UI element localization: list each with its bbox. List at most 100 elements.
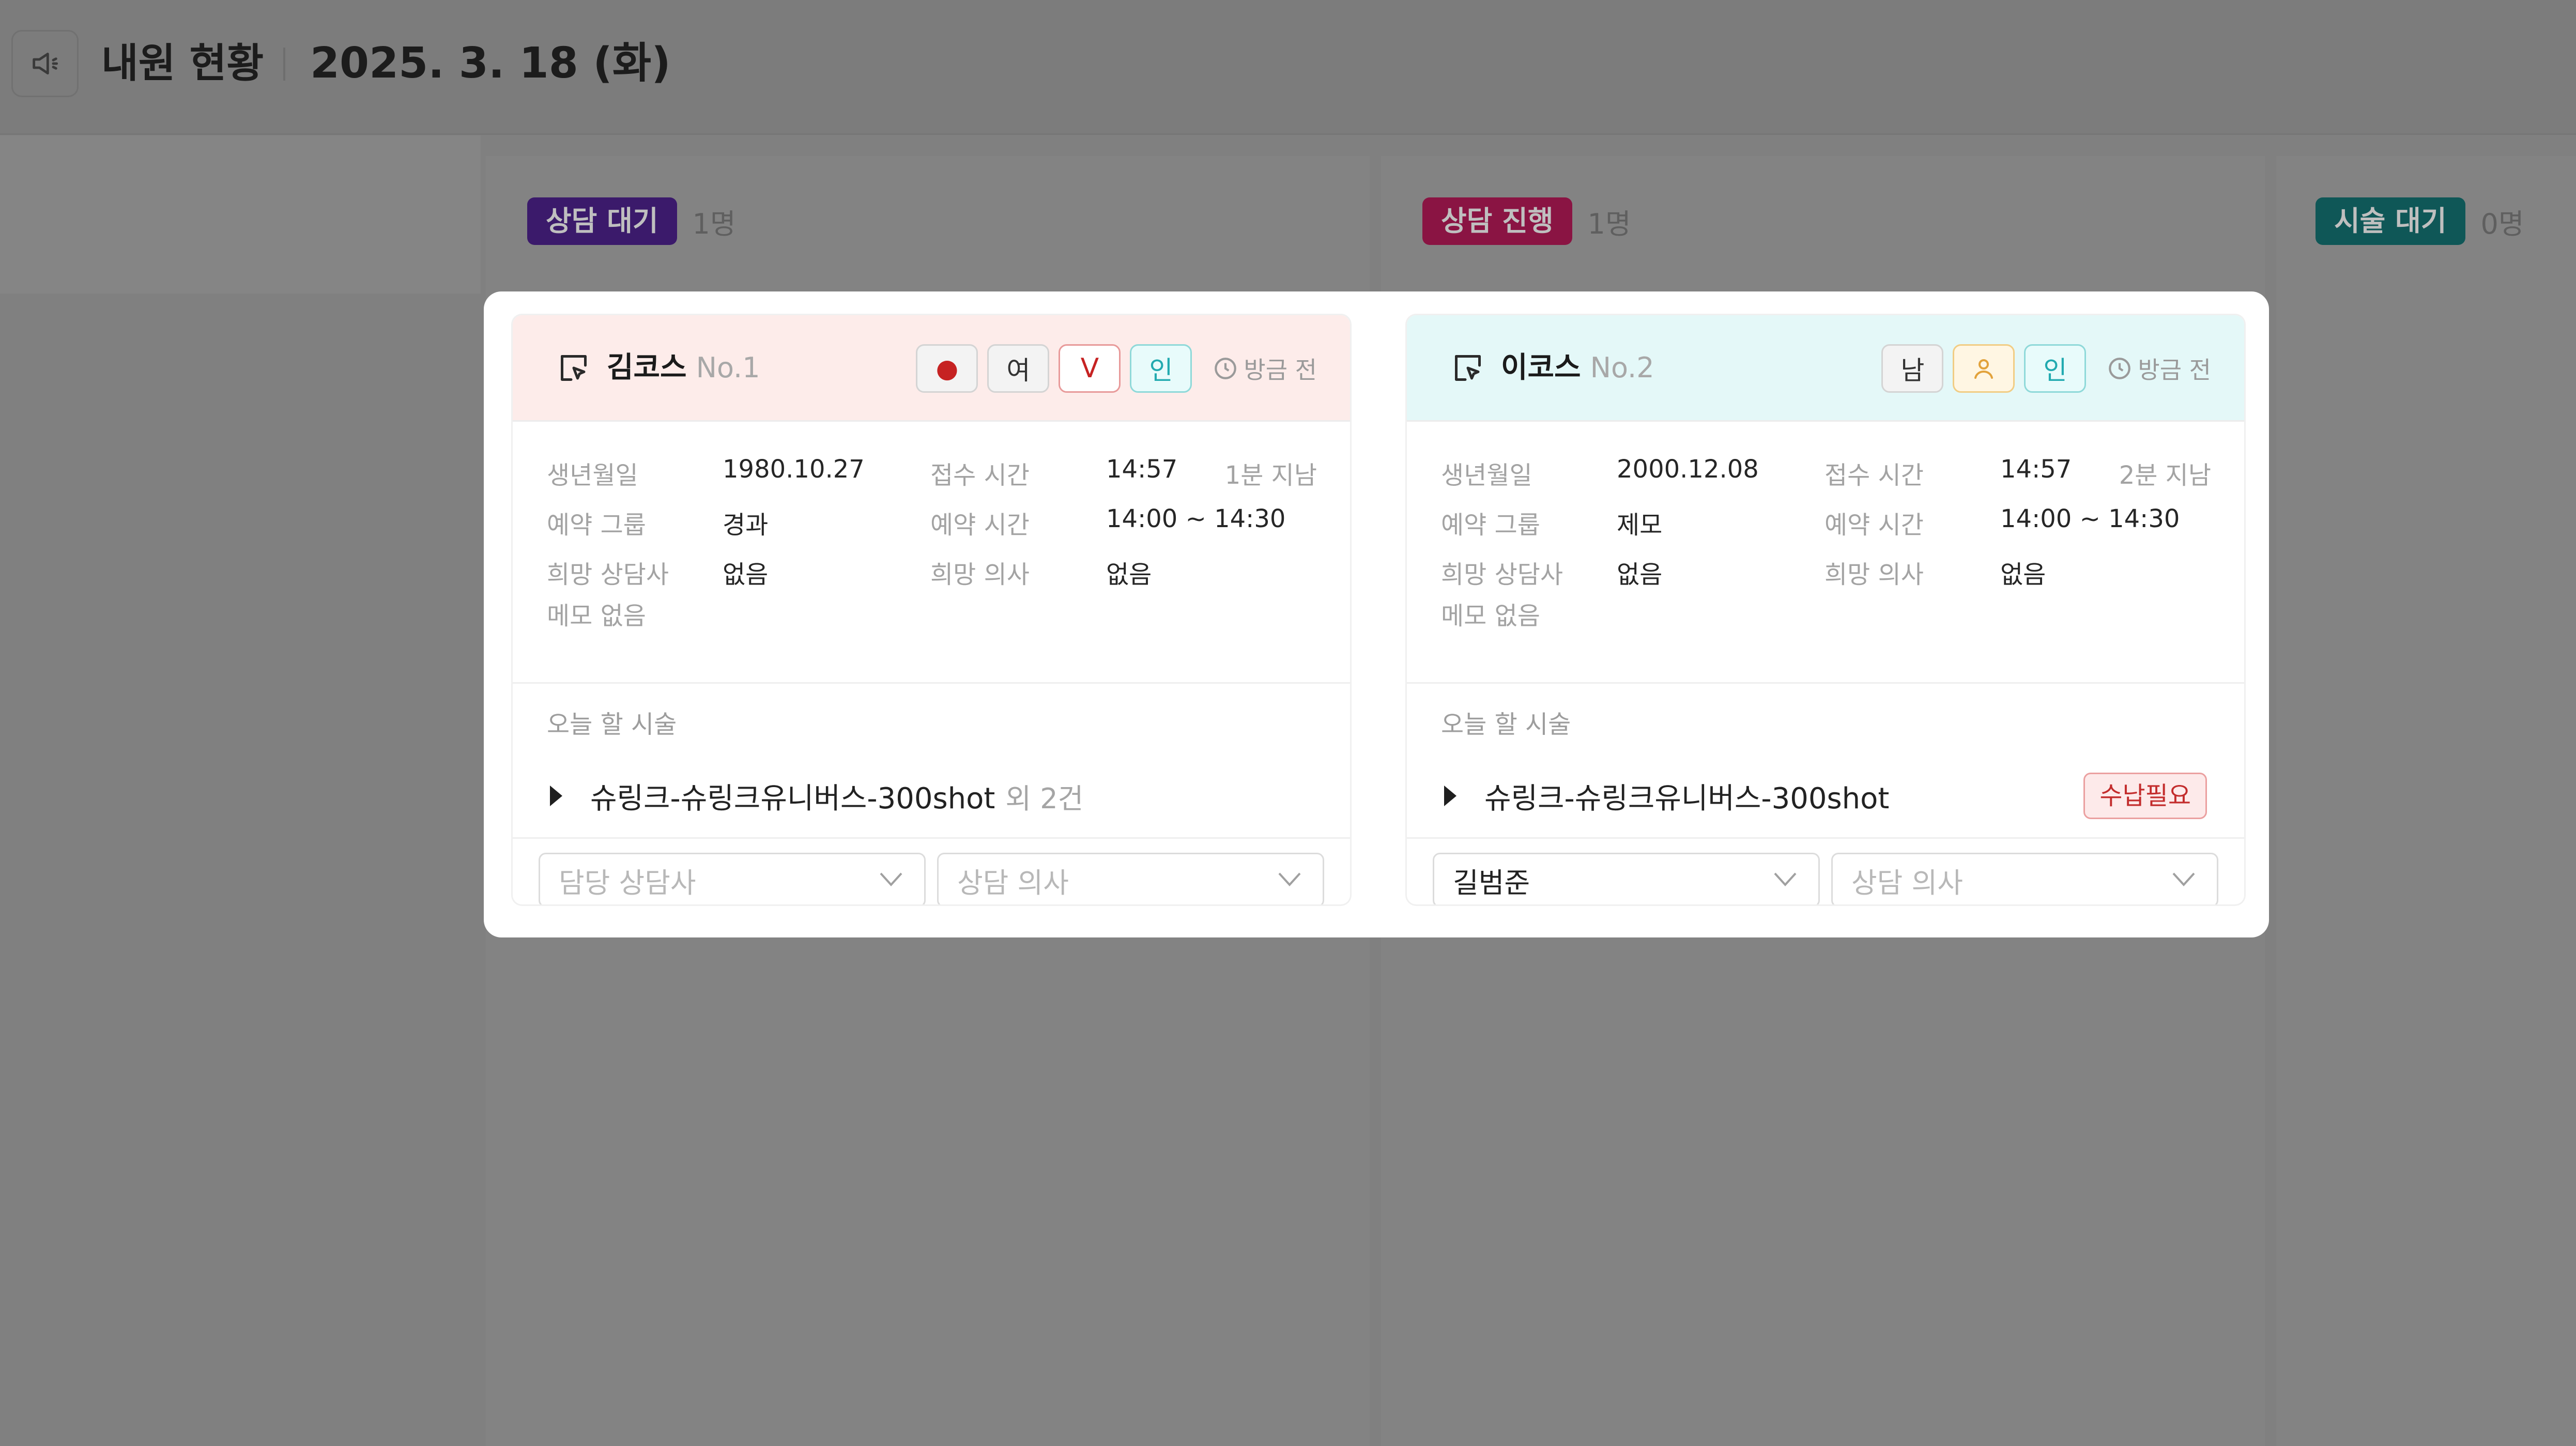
patient-tags: 남 인 방금 전 <box>1881 344 2211 393</box>
group-label: 예약 그룹 <box>1441 511 1540 540</box>
patient-info: 생년월일 2000.12.08 접수 시간 14:57 2분 지남 예약 그룹 … <box>1441 455 2211 637</box>
page-title: 내원 현황 <box>101 40 264 87</box>
chevron-down-icon <box>1278 872 1301 886</box>
board-column-treatment-waiting: 시술 대기 0명 <box>2276 156 2576 1446</box>
card-divider <box>513 837 1350 839</box>
birth-label: 생년월일 <box>1441 461 1532 490</box>
patient-card[interactable]: 이코스 No.2 남 인 방금 전 생년월일 2000.12.08 접수 시간 1… <box>1407 315 2244 904</box>
assign-selects: 길범준 상담 의사 <box>1433 853 2218 904</box>
birth-label: 생년월일 <box>547 461 638 490</box>
receipt-elapsed: 1분 지남 <box>1224 461 1317 490</box>
counselor-value: 없음 <box>723 560 769 589</box>
in-tag: 인 <box>1130 344 1192 393</box>
clock-icon <box>1215 358 1237 379</box>
patient-number: No.2 <box>1590 351 1654 384</box>
info-row: 예약 그룹 경과 예약 시간 14:00 ~ 14:30 <box>547 504 1317 554</box>
card-header: 김코스 No.1 ● 여 V 인 방금 전 <box>513 315 1350 422</box>
time-ago: 방금 전 <box>1213 351 1317 386</box>
payment-needed-badge: 수납필요 <box>2083 773 2207 819</box>
person-icon <box>1974 359 1994 379</box>
gender-tag: 여 <box>987 344 1050 393</box>
today-procedures-label: 오늘 할 시술 <box>1441 710 1571 739</box>
card-divider <box>513 682 1350 684</box>
cursor-select-icon[interactable] <box>1452 352 1483 383</box>
receipt-label: 접수 시간 <box>1824 461 1924 490</box>
reserve-label: 예약 시간 <box>930 511 1030 540</box>
card-header: 이코스 No.2 남 인 방금 전 <box>1407 315 2244 422</box>
info-row: 생년월일 2000.12.08 접수 시간 14:57 2분 지남 <box>1441 455 2211 504</box>
birth-value: 1980.10.27 <box>723 455 865 484</box>
time-ago: 방금 전 <box>2107 351 2211 386</box>
column-header: 상담 진행 1명 <box>1422 197 1631 245</box>
counselor-value: 없음 <box>1617 560 1663 589</box>
patient-card[interactable]: 김코스 No.1 ● 여 V 인 방금 전 생년월일 1980.10.27 접수 … <box>513 315 1350 904</box>
clock-icon <box>2109 358 2131 379</box>
counselor-label: 희망 상담사 <box>1441 560 1563 589</box>
person-tag <box>1953 344 2015 393</box>
patient-number: No.1 <box>696 351 760 384</box>
counselor-select-value: 길범준 <box>1453 866 1530 899</box>
chevron-down-icon <box>2172 872 2195 886</box>
highlight-panel: 김코스 No.1 ● 여 V 인 방금 전 생년월일 1980.10.27 접수 … <box>484 291 2269 937</box>
column-count: 0명 <box>2480 207 2524 240</box>
receipt-value: 14:57 <box>1106 455 1178 484</box>
time-ago-text: 방금 전 <box>1244 356 1317 384</box>
left-column-strip <box>0 135 481 294</box>
doctor-select[interactable]: 상담 의사 <box>1831 853 2218 904</box>
patient-name[interactable]: 김코스 No.1 <box>607 348 760 388</box>
procedure-name: 슈링크-슈링크유니버스-300shot <box>1484 781 1890 816</box>
patient-info: 생년월일 1980.10.27 접수 시간 14:57 1분 지남 예약 그룹 … <box>547 455 1317 637</box>
column-count: 1명 <box>692 207 736 240</box>
column-header: 시술 대기 0명 <box>2316 197 2524 245</box>
column-header: 상담 대기 1명 <box>527 197 736 245</box>
column-count: 1명 <box>1587 207 1631 240</box>
info-row: 예약 그룹 제모 예약 시간 14:00 ~ 14:30 <box>1441 504 2211 554</box>
doctor-label: 희망 의사 <box>930 560 1030 589</box>
birth-value: 2000.12.08 <box>1617 455 1759 484</box>
chevron-down-icon <box>880 872 902 886</box>
today-procedures-label: 오늘 할 시술 <box>547 710 677 739</box>
group-label: 예약 그룹 <box>547 511 646 540</box>
page-date: 2025. 3. 18 (화) <box>310 39 671 88</box>
doctor-value: 없음 <box>1106 560 1152 589</box>
reserve-value: 14:00 ~ 14:30 <box>1106 504 1286 533</box>
card-divider <box>1407 682 2244 684</box>
speaker-icon <box>33 52 58 75</box>
top-bar: 내원 현황 2025. 3. 18 (화) <box>0 0 2576 135</box>
expand-triangle-icon[interactable] <box>550 786 562 806</box>
time-ago-text: 방금 전 <box>2138 356 2211 384</box>
doctor-select-value: 상담 의사 <box>957 866 1069 899</box>
expand-triangle-icon[interactable] <box>1444 786 1456 806</box>
announce-button[interactable] <box>11 30 79 97</box>
status-pill[interactable]: 상담 진행 <box>1422 197 1572 245</box>
cursor-select-icon[interactable] <box>558 352 589 383</box>
procedure-extra-count: 외 2건 <box>1005 782 1084 815</box>
procedure-name: 슈링크-슈링크유니버스-300shot <box>590 781 995 816</box>
vip-tag: V <box>1059 344 1121 393</box>
memo-text: 메모 없음 <box>1441 602 1540 630</box>
status-pill[interactable]: 상담 대기 <box>527 197 677 245</box>
group-value: 제모 <box>1617 511 1663 540</box>
patient-name[interactable]: 이코스 No.2 <box>1501 348 1654 388</box>
patient-name-text: 이코스 <box>1501 351 1581 384</box>
info-row: 생년월일 1980.10.27 접수 시간 14:57 1분 지남 <box>547 455 1317 504</box>
status-pill[interactable]: 시술 대기 <box>2316 197 2465 245</box>
red-dot-tag: ● <box>916 344 978 393</box>
patient-name-text: 김코스 <box>607 351 687 384</box>
doctor-value: 없음 <box>2000 560 2046 589</box>
gender-tag: 남 <box>1881 344 1944 393</box>
receipt-label: 접수 시간 <box>930 461 1030 490</box>
counselor-select-value: 담당 상담사 <box>559 866 696 899</box>
chevron-down-icon <box>1774 872 1797 886</box>
counselor-select[interactable]: 담당 상담사 <box>539 853 926 904</box>
patient-tags: ● 여 V 인 방금 전 <box>916 344 1317 393</box>
assign-selects: 담당 상담사 상담 의사 <box>539 853 1324 904</box>
card-divider <box>1407 837 2244 839</box>
counselor-label: 희망 상담사 <box>547 560 669 589</box>
procedure-row[interactable]: 슈링크-슈링크유니버스-300shot 수납필요 <box>1444 773 2207 819</box>
procedure-row[interactable]: 슈링크-슈링크유니버스-300shot 외 2건 <box>550 775 1313 817</box>
group-value: 경과 <box>723 511 769 540</box>
counselor-select[interactable]: 길범준 <box>1433 853 1820 904</box>
doctor-select[interactable]: 상담 의사 <box>937 853 1324 904</box>
memo-text: 메모 없음 <box>547 602 646 630</box>
